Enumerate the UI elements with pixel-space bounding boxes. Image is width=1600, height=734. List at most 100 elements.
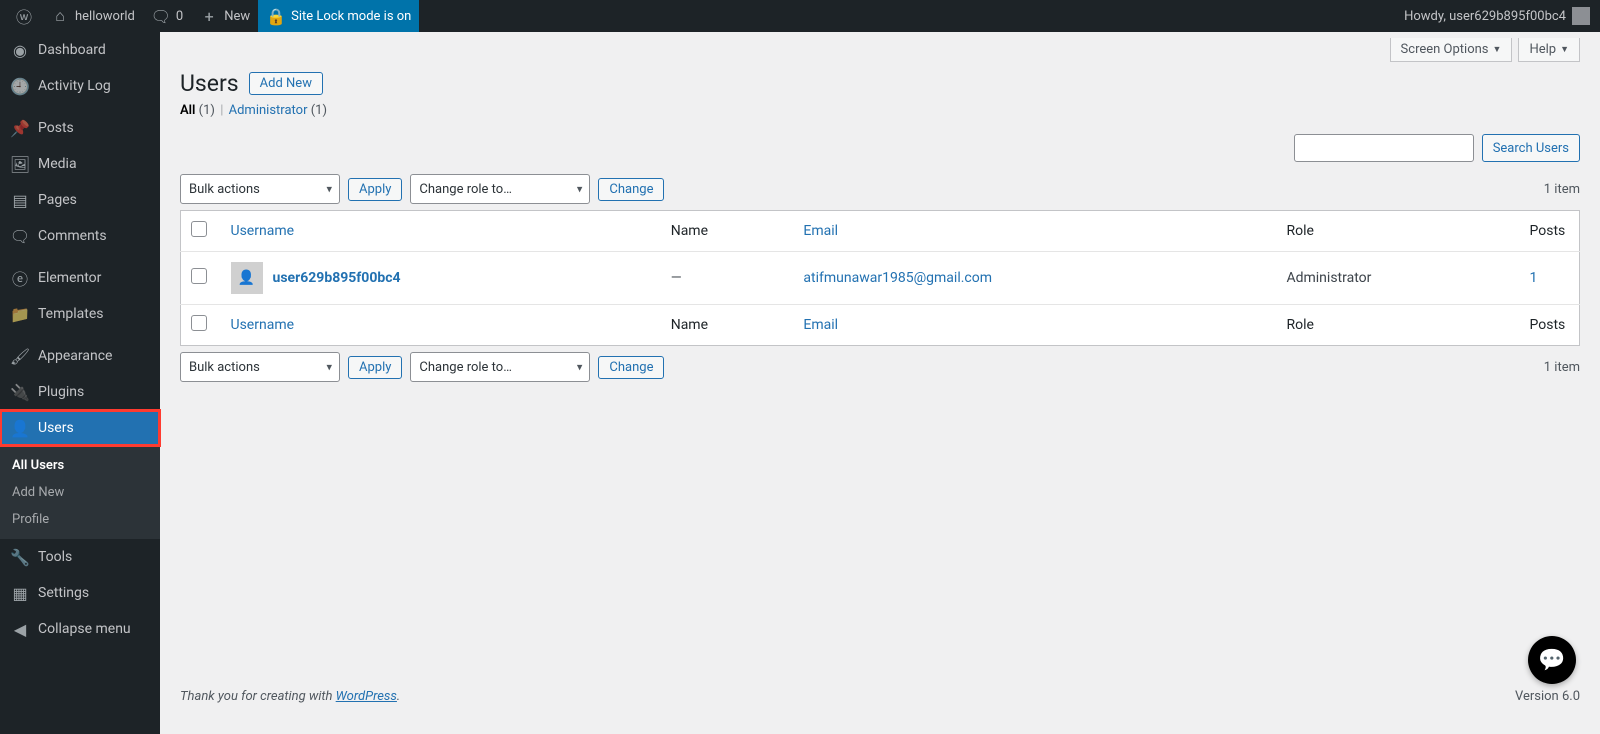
sidebar-label: Collapse menu [38,621,131,637]
admin-bar: ⓦ ⌂helloworld 🗨0 +New 🔒Site Lock mode is… [0,0,1600,32]
comments-count-value: 0 [176,9,183,24]
sidebar-item-plugins[interactable]: 🔌Plugins [0,374,160,410]
cell-role: Administrator [1276,252,1519,305]
submenu-all-users[interactable]: All Users [0,452,160,479]
sidebar-item-tools[interactable]: 🔧Tools [0,539,160,575]
sidebar-label: Posts [38,120,74,136]
tf-role: Role [1276,305,1519,346]
wp-logo[interactable]: ⓦ [6,0,42,32]
search-users-button[interactable]: Search Users [1482,134,1580,162]
sidebar-label: Elementor [38,270,101,286]
sidebar-label: Media [38,156,77,172]
screen-options-label: Screen Options [1401,42,1489,57]
sidebar-item-dashboard[interactable]: ◉Dashboard [0,32,160,68]
lock-label: Site Lock mode is on [291,9,411,24]
footer-text: Thank you for creating with [180,689,336,704]
howdy-label: Howdy, user629b895f00bc4 [1404,9,1566,24]
apply-button-bottom[interactable]: Apply [348,356,402,379]
chat-icon: 💬 [1538,648,1565,673]
sidebar-label: Appearance [38,348,112,364]
howdy[interactable]: Howdy, user629b895f00bc4 [1404,7,1600,25]
wordpress-link[interactable]: WordPress [336,689,397,704]
sidebar-item-comments[interactable]: 🗨Comments [0,218,160,254]
submenu-profile[interactable]: Profile [0,506,160,533]
comments-icon: 🗨 [10,226,30,246]
plugins-icon: 🔌 [10,382,30,402]
submenu-add-new[interactable]: Add New [0,479,160,506]
sidebar-item-elementor[interactable]: ⓔ Elementor [0,260,160,296]
elementor-icon: ⓔ [10,268,30,288]
change-button-top[interactable]: Change [598,178,664,201]
user-filter-links: All (1) | Administrator (1) [180,101,1580,128]
tf-email[interactable]: Email [793,305,1276,346]
help-label: Help [1529,42,1556,57]
screen-options-tab[interactable]: Screen Options▼ [1390,38,1513,62]
bulk-actions-select-top[interactable]: Bulk actions [180,174,340,204]
filter-all[interactable]: All [180,103,195,118]
comments-count[interactable]: 🗨0 [143,0,191,32]
sidebar-label: Pages [38,192,77,208]
sidebar-collapse[interactable]: ◀Collapse menu [0,611,160,647]
th-username[interactable]: Username [221,211,661,252]
sidebar-item-appearance[interactable]: 🖌 Appearance [0,338,160,374]
sidebar-label: Templates [38,306,104,322]
sidebar-item-settings[interactable]: ▦ Settings [0,575,160,611]
dashboard-icon: ◉ [10,40,30,60]
change-role-select-top[interactable]: Change role to… [410,174,590,204]
site-name[interactable]: ⌂ helloworld [42,0,143,32]
appearance-icon: 🖌 [10,346,30,366]
select-all-bottom[interactable] [191,315,207,331]
templates-icon: 📁 [10,304,30,324]
th-role: Role [1276,211,1519,252]
admin-sidebar: ◉Dashboard 🕘Activity Log 📌Posts 🖼Media ▤… [0,32,160,734]
th-name[interactable]: Name [661,211,794,252]
page-icon: ▤ [10,190,30,210]
version-label: Version 6.0 [1515,689,1580,704]
username-link[interactable]: user629b895f00bc4 [273,270,401,286]
users-table: Username Name Email Role Posts 👤 user629… [180,210,1580,346]
settings-icon: ▦ [10,583,30,603]
th-email[interactable]: Email [793,211,1276,252]
filter-admin-count: (1) [311,103,327,118]
add-new-button[interactable]: Add New [249,72,323,95]
tools-icon: 🔧 [10,547,30,567]
sidebar-item-activity-log[interactable]: 🕘Activity Log [0,68,160,104]
apply-button-top[interactable]: Apply [348,178,402,201]
users-icon: 👤 [10,418,30,438]
change-role-select-bottom[interactable]: Change role to… [410,352,590,382]
cell-name: — [661,252,794,305]
sidebar-submenu-users: All Users Add New Profile [0,446,160,539]
row-checkbox[interactable] [191,268,207,284]
filter-administrator[interactable]: Administrator [229,103,308,118]
main-content: Screen Options▼ Help▼ Users Add New All … [160,32,1600,734]
sidebar-item-pages[interactable]: ▤ Pages [0,182,160,218]
footer: Thank you for creating with WordPress. V… [180,669,1580,714]
tf-username[interactable]: Username [221,305,661,346]
filter-all-count: (1) [199,103,215,118]
search-users-input[interactable] [1294,134,1474,162]
select-all-top[interactable] [191,221,207,237]
site-name-label: helloworld [75,9,135,24]
plus-icon: + [199,6,219,26]
email-link[interactable]: atifmunawar1985@gmail.com [803,270,992,286]
chat-bubble[interactable]: 💬 [1528,636,1576,684]
posts-link[interactable]: 1 [1530,270,1538,286]
sidebar-item-posts[interactable]: 📌Posts [0,110,160,146]
comment-icon: 🗨 [151,6,171,26]
page-title: Users [180,70,239,97]
new-label: New [224,9,250,24]
sidebar-item-templates[interactable]: 📁 Templates [0,296,160,332]
new-content[interactable]: + New [191,0,258,32]
separator: | [218,103,225,118]
sidebar-item-media[interactable]: 🖼Media [0,146,160,182]
clock-icon: 🕘 [10,76,30,96]
tf-name[interactable]: Name [661,305,794,346]
home-icon: ⌂ [50,6,70,26]
sidebar-label: Settings [38,585,89,601]
sidebar-item-users[interactable]: 👤Users [0,410,160,446]
help-tab[interactable]: Help▼ [1518,38,1580,62]
th-posts: Posts [1520,211,1580,252]
bulk-actions-select-bottom[interactable]: Bulk actions [180,352,340,382]
change-button-bottom[interactable]: Change [598,356,664,379]
site-lock-notice[interactable]: 🔒Site Lock mode is on [258,0,419,32]
